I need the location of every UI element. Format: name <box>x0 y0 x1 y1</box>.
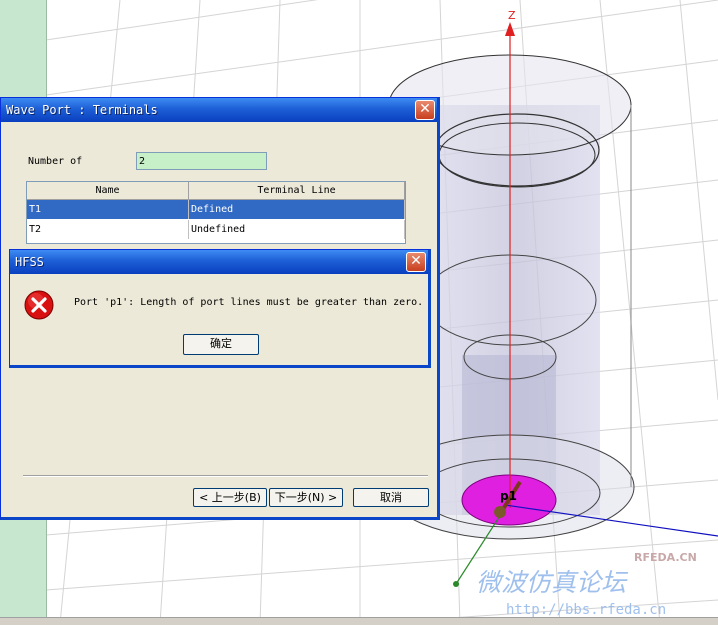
dialog-titlebar[interactable]: HFSS <box>10 250 428 274</box>
number-of-label: Number of <box>28 156 83 167</box>
watermark-brand: RFEDA.CN <box>634 551 697 564</box>
terminal-line-cell[interactable]: Defined <box>189 200 405 219</box>
port-label: p1 <box>500 489 517 503</box>
column-header-terminal-line[interactable]: Terminal Line <box>189 182 405 200</box>
error-icon <box>24 290 54 320</box>
column-header-name[interactable]: Name <box>27 182 189 200</box>
dialog-titlebar[interactable]: Wave Port : Terminals <box>1 98 437 122</box>
close-button[interactable]: ✕ <box>415 100 435 120</box>
terminals-table: Name Terminal Line T1 Defined T2 Undefin… <box>26 181 406 244</box>
watermark-cn: 微波仿真论坛 <box>476 568 629 597</box>
error-message: Port 'p1': Length of port lines must be … <box>74 297 424 308</box>
table-row[interactable]: T2 Undefined <box>27 220 405 239</box>
table-row[interactable]: T1 Defined <box>27 200 405 219</box>
button-separator <box>23 475 428 477</box>
ok-button[interactable]: 确定 <box>183 334 259 355</box>
back-button[interactable]: < 上一步(B) <box>193 488 267 507</box>
hfss-error-dialog: HFSS ✕ Port 'p1': Length of port lines m… <box>9 249 431 368</box>
number-of-terminals-input[interactable] <box>136 152 267 170</box>
dialog-title: Wave Port : Terminals <box>6 103 158 117</box>
close-icon: ✕ <box>419 101 431 117</box>
dialog-title: HFSS <box>15 255 44 269</box>
z-axis-label: Z <box>508 9 516 22</box>
close-button[interactable]: ✕ <box>406 252 426 272</box>
close-icon: ✕ <box>410 253 422 269</box>
terminal-name-cell[interactable]: T2 <box>27 220 189 239</box>
watermark-url: http://bbs.rfeda.cn <box>506 602 666 618</box>
terminal-name-cell[interactable]: T1 <box>27 200 189 219</box>
next-button[interactable]: 下一步(N) > <box>269 488 343 507</box>
cancel-button[interactable]: 取消 <box>353 488 429 507</box>
terminal-line-cell[interactable]: Undefined <box>189 220 405 239</box>
